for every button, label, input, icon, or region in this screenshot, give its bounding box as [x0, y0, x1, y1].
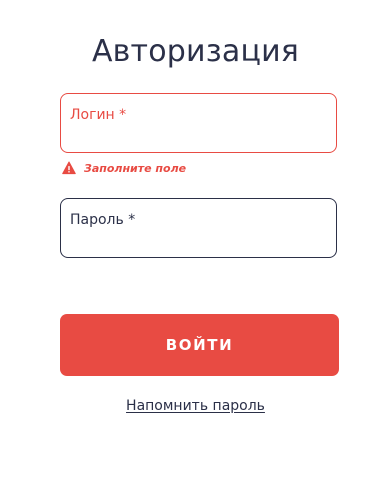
- password-field[interactable]: Пароль *: [60, 198, 337, 258]
- login-label: Логин *: [70, 107, 127, 123]
- password-input[interactable]: [70, 231, 327, 249]
- page-title: Авторизация: [91, 34, 300, 69]
- warning-icon: [62, 161, 76, 175]
- login-input[interactable]: [70, 126, 327, 144]
- password-label: Пароль *: [70, 212, 136, 228]
- login-field[interactable]: Логин *: [60, 93, 337, 153]
- login-error-text: Заполните поле: [84, 161, 187, 175]
- login-error: Заполните поле: [62, 160, 186, 176]
- login-button[interactable]: ВОЙТИ: [60, 314, 339, 376]
- remind-password-link[interactable]: Напомнить пароль: [0, 398, 391, 414]
